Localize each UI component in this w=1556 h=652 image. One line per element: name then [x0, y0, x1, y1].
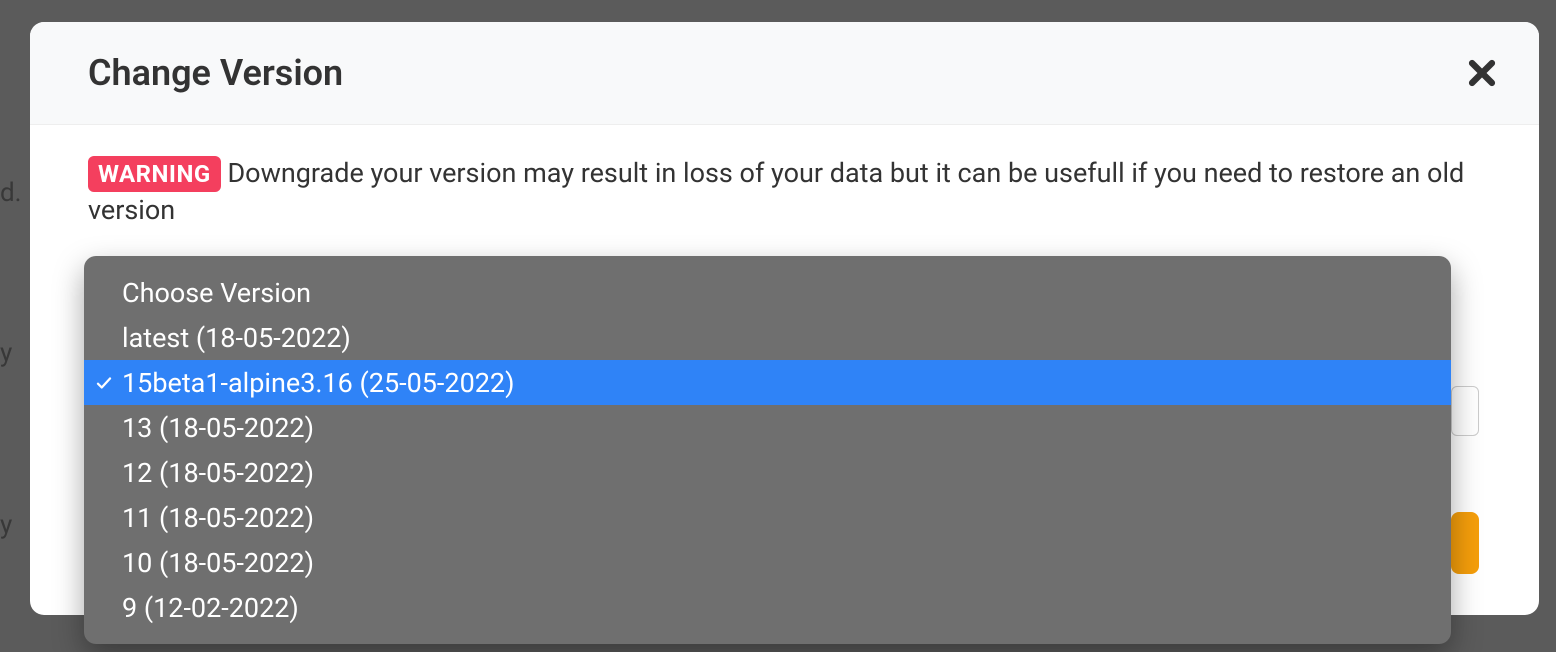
dropdown-option-9[interactable]: 9 (12-02-2022) [84, 585, 1451, 630]
dropdown-option-label: 12 (18-05-2022) [122, 457, 314, 489]
version-dropdown[interactable]: Choose Version latest (18-05-2022) 15bet… [84, 256, 1451, 644]
dropdown-option-label: 10 (18-05-2022) [122, 547, 314, 579]
warning-text: Downgrade your version may result in los… [88, 157, 1464, 226]
modal-body: WARNING Downgrade your version may resul… [30, 125, 1539, 229]
dropdown-option-10[interactable]: 10 (18-05-2022) [84, 540, 1451, 585]
dropdown-option-label: 15beta1-alpine3.16 (25-05-2022) [122, 367, 515, 399]
modal-title: Change Version [88, 52, 343, 94]
dropdown-option-15beta1[interactable]: 15beta1-alpine3.16 (25-05-2022) [84, 360, 1451, 405]
dropdown-option-label: latest (18-05-2022) [122, 322, 351, 354]
close-icon[interactable] [1465, 56, 1499, 90]
dropdown-header-label: Choose Version [122, 277, 311, 309]
dropdown-option-label: 13 (18-05-2022) [122, 412, 314, 444]
dropdown-option-label: 11 (18-05-2022) [122, 502, 314, 534]
warning-message: WARNING Downgrade your version may resul… [88, 155, 1481, 229]
dropdown-option-latest[interactable]: latest (18-05-2022) [84, 315, 1451, 360]
check-icon [94, 373, 114, 393]
modal-overlay: Change Version WARNING Downgrade your ve… [0, 0, 1556, 652]
action-button-stub[interactable] [1451, 512, 1479, 574]
dropdown-option-label: 9 (12-02-2022) [122, 592, 299, 624]
dropdown-header: Choose Version [84, 270, 1451, 315]
dropdown-option-11[interactable]: 11 (18-05-2022) [84, 495, 1451, 540]
dropdown-option-12[interactable]: 12 (18-05-2022) [84, 450, 1451, 495]
warning-badge: WARNING [88, 156, 221, 192]
dropdown-option-13[interactable]: 13 (18-05-2022) [84, 405, 1451, 450]
version-select-stub[interactable] [1451, 386, 1479, 436]
modal-header: Change Version [30, 22, 1539, 125]
